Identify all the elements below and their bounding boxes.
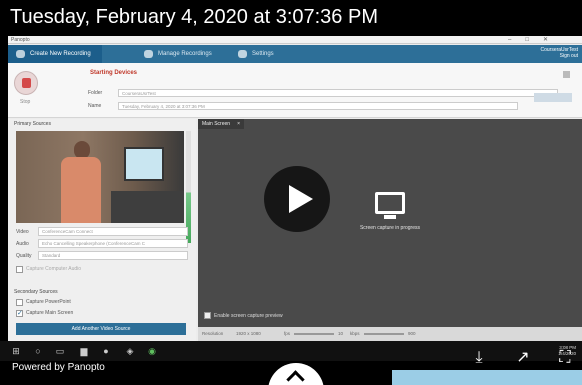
powered-by-panopto: Powered by Panopto	[12, 362, 105, 373]
chevron-up-icon[interactable]	[268, 363, 324, 385]
minimize-button[interactable]: –	[508, 37, 525, 43]
maps-icon[interactable]: ◈	[124, 345, 136, 357]
tab-create-new-recording[interactable]: Create New Recording	[8, 45, 102, 63]
audio-label: Audio	[16, 241, 29, 247]
recording-status: Starting Devices	[90, 70, 138, 76]
video-overlay-title-bar: Tuesday, February 4, 2020 at 3:07:36 PM	[0, 0, 582, 36]
fullscreen-icon[interactable]: ⛶	[556, 349, 574, 367]
quality-label: Quality	[16, 253, 32, 259]
window-title-bar: Panopto –□✕	[8, 36, 582, 44]
folder-select[interactable]: CourseraUsrTest	[118, 89, 558, 97]
capture-main-screen-label: Capture Main Screen	[26, 310, 74, 316]
windows-start-icon[interactable]: ⊞	[10, 345, 22, 357]
resolution-value[interactable]: 1920 x 1080	[236, 331, 261, 336]
play-icon[interactable]	[264, 166, 330, 232]
tab-settings[interactable]: Settings	[230, 45, 290, 63]
capture-powerpoint-label: Capture PowerPoint	[26, 299, 71, 305]
resolution-label: Resolution	[202, 331, 224, 336]
kbps-slider[interactable]	[364, 333, 404, 335]
tab-manage-label: Manage Recordings	[158, 51, 212, 57]
fps-slider[interactable]	[294, 333, 334, 335]
webcam-presenter	[56, 141, 111, 223]
search-icon[interactable]: ○	[32, 345, 44, 357]
video-title: Tuesday, February 4, 2020 at 3:07:36 PM	[10, 6, 378, 28]
audio-source-select[interactable]: Echo Cancelling Speakerphone (Conference…	[38, 239, 188, 248]
sources-panel: Primary Sources Video ConferenceCam Conn…	[8, 119, 196, 341]
header-action-button[interactable]	[534, 93, 572, 102]
panopto-taskbar-icon[interactable]: ◉	[146, 345, 158, 357]
capture-status-message: Screen capture in progress	[359, 225, 421, 231]
task-view-icon[interactable]: ▭	[54, 345, 66, 357]
tab-main-screen-label: Main Screen	[202, 121, 231, 127]
footer-highlight-strip	[392, 370, 582, 385]
file-explorer-icon[interactable]: ▆	[78, 345, 90, 357]
presenter-body	[61, 157, 101, 223]
video-label: Video	[16, 229, 29, 235]
windows-taskbar: ⊞ ○ ▭ ▆ ● ◈ ◉ 3:08 PM 2/4/2020	[0, 341, 582, 361]
capture-main-screen-checkbox[interactable]: Capture Main Screen	[16, 309, 74, 317]
folder-tab-icon	[144, 50, 153, 58]
share-arrow-icon[interactable]: ↗	[514, 349, 532, 367]
folder-label: Folder	[88, 90, 103, 96]
record-tab-icon	[16, 50, 25, 58]
window-controls[interactable]: –□✕	[508, 36, 562, 43]
kbps-value: 900	[408, 331, 416, 336]
webcam-preview	[16, 131, 184, 223]
chrome-icon[interactable]: ●	[100, 345, 112, 357]
quality-select[interactable]: Standard	[38, 251, 188, 260]
sign-out-link[interactable]: Sign out	[540, 53, 578, 59]
screen-preview-panel: Main Screen × Screen capture in progress…	[198, 119, 582, 341]
secondary-sources-title: Secondary Sources	[14, 289, 58, 295]
record-button-label: Stop	[20, 99, 31, 105]
window-app-name: Panopto	[11, 37, 30, 43]
enable-preview-box[interactable]	[204, 312, 211, 319]
capture-computer-audio-checkbox[interactable]: Capture Computer Audio	[16, 266, 82, 273]
tab-create-label: Create New Recording	[30, 51, 91, 57]
record-stop-button[interactable]	[14, 71, 38, 95]
capture-computer-audio-box[interactable]	[16, 266, 23, 273]
download-icon[interactable]: ⤓	[470, 349, 488, 367]
recording-name-input[interactable]: Tuesday, February 4, 2020 at 3:07:36 PM	[118, 102, 518, 110]
fps-label: fps	[284, 331, 291, 336]
capture-computer-audio-label: Capture Computer Audio	[26, 266, 82, 272]
capture-settings-bar: Resolution 1920 x 1080 fps 10 kbps 900	[198, 327, 582, 341]
add-video-source-button[interactable]: Add Another Video Source	[16, 323, 186, 335]
tab-manage-recordings[interactable]: Manage Recordings	[136, 45, 220, 63]
header-checkbox[interactable]	[563, 71, 570, 78]
recording-header: Stop Starting Devices Folder CourseraUsr…	[8, 63, 582, 118]
close-tab-icon[interactable]: ×	[237, 119, 240, 129]
tab-main-screen[interactable]: Main Screen ×	[198, 119, 245, 129]
user-info: CourseraUsrTest Sign out	[540, 47, 578, 59]
primary-sources-title: Primary Sources	[14, 121, 51, 127]
top-navigation: Create New Recording Manage Recordings S…	[8, 45, 582, 63]
video-player-footer: Powered by Panopto	[0, 361, 582, 385]
video-source-select[interactable]: ConferenceCam Connect	[38, 227, 188, 236]
name-label: Name	[88, 103, 102, 109]
enable-preview-label: Enable screen capture preview	[214, 313, 283, 319]
capture-powerpoint-checkbox[interactable]: Capture PowerPoint	[16, 299, 71, 306]
fps-value: 10	[338, 331, 344, 336]
webcam-monitor	[124, 147, 164, 181]
monitor-stand-icon	[384, 215, 396, 219]
close-window-button[interactable]: ✕	[543, 37, 562, 43]
monitor-icon	[375, 192, 405, 214]
maximize-button[interactable]: □	[525, 37, 543, 43]
enable-preview-checkbox[interactable]: Enable screen capture preview	[204, 312, 283, 319]
capture-powerpoint-box[interactable]	[16, 299, 23, 306]
webcam-desk	[111, 191, 184, 223]
tab-settings-label: Settings	[252, 51, 274, 57]
capture-main-screen-box[interactable]	[16, 309, 23, 317]
kbps-label: kbps	[350, 331, 360, 336]
gear-icon	[238, 50, 247, 58]
